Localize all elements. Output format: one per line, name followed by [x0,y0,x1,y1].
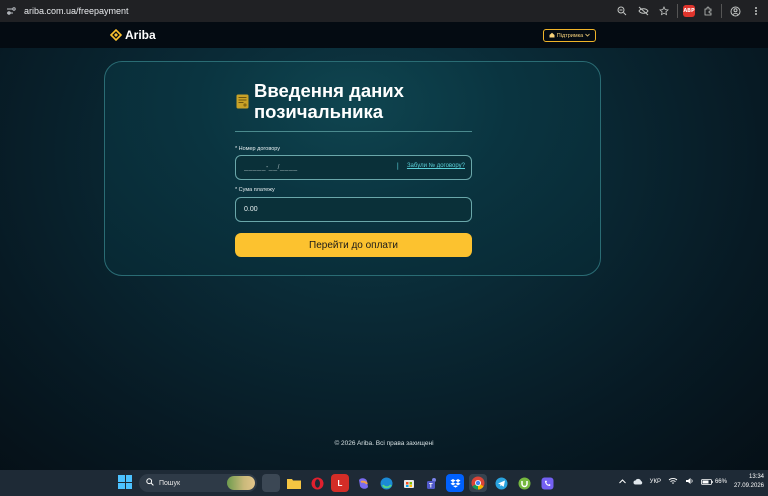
battery-percent: 66% [714,479,727,485]
site-header: Ariba Підтримка [0,22,768,48]
site-info-icon[interactable] [4,4,18,18]
clock[interactable]: 13:34 27.09.2026 [734,473,764,491]
battery-icon [701,479,713,485]
copyright-text: © 2026 Ariba. Всі права захищені [334,440,434,447]
chevron-up-icon[interactable] [618,478,626,486]
svg-text:T: T [429,483,433,489]
contract-number-label: * Номер договору [235,146,281,152]
zoom-icon[interactable] [614,3,630,19]
task-view-icon[interactable] [262,474,280,492]
windows-taskbar: Пошук L T УКР 66% 13:34 27.09.2026 [0,470,768,496]
logo[interactable]: Ariba [110,28,156,42]
adblock-plus-icon[interactable]: ABP [683,5,695,17]
contract-number-field: | Забули № договору? [235,155,472,180]
edge-icon[interactable] [377,474,395,492]
profile-icon[interactable] [727,3,743,19]
forgot-contract-link[interactable]: Забули № договору? [407,163,465,169]
browser-toolbar: ariba.com.ua/freepayment ABP [0,0,768,22]
extensions-icon[interactable] [700,3,716,19]
ariba-logo-icon [110,29,122,41]
support-button[interactable]: Підтримка [543,29,596,42]
contract-number-input[interactable] [244,156,394,179]
form-title: Введення даних позичальника [254,80,404,122]
opera-icon[interactable] [308,474,326,492]
system-tray: УКР 66% 13:34 27.09.2026 [618,473,764,491]
teams-icon[interactable]: T [423,474,441,492]
dropbox-icon[interactable] [446,474,464,492]
star-icon[interactable] [656,3,672,19]
volume-icon[interactable] [685,477,694,487]
menu-icon[interactable] [748,3,764,19]
search-placeholder: Пошук [159,479,181,487]
cloud-icon[interactable] [633,478,643,487]
payment-sum-value: 0.00 [244,206,258,213]
eye-off-icon[interactable] [635,3,651,19]
title-divider [235,131,472,132]
payment-sum-input[interactable]: 0.00 [235,197,472,222]
lastpass-icon[interactable]: L [331,474,349,492]
taskbar-search[interactable]: Пошук [139,474,257,492]
wifi-icon[interactable] [668,477,678,487]
file-explorer-icon[interactable] [285,474,303,492]
document-icon [236,94,249,109]
battery-indicator[interactable]: 66% [701,479,727,485]
telegram-icon[interactable] [492,474,510,492]
copilot-icon[interactable] [354,474,372,492]
search-icon [146,478,154,488]
utorrent-icon[interactable] [515,474,533,492]
toolbar-divider [721,4,722,18]
microsoft-store-icon[interactable] [400,474,418,492]
start-button[interactable] [118,475,132,489]
address-bar[interactable]: ariba.com.ua/freepayment [24,6,129,16]
chevron-down-icon [585,33,590,39]
chrome-icon[interactable] [469,474,487,492]
support-label: Підтримка [556,32,584,39]
clock-date: 27.09.2026 [733,483,764,489]
main-content: Введення даних позичальника * Номер дого… [0,48,768,470]
proceed-to-payment-button[interactable]: Перейти до оплати [235,233,472,257]
toolbar-divider [677,4,678,18]
home-icon [549,32,555,40]
search-highlight-image [227,476,255,490]
payment-sum-label: * Сума платежу [235,187,275,193]
payment-form-card: Введення даних позичальника * Номер дого… [104,61,601,276]
link-separator: | [396,162,399,170]
logo-text: Ariba [125,28,156,42]
language-indicator[interactable]: УКР [650,479,661,485]
clock-time: 13:34 [748,474,764,480]
viber-icon[interactable] [538,474,556,492]
